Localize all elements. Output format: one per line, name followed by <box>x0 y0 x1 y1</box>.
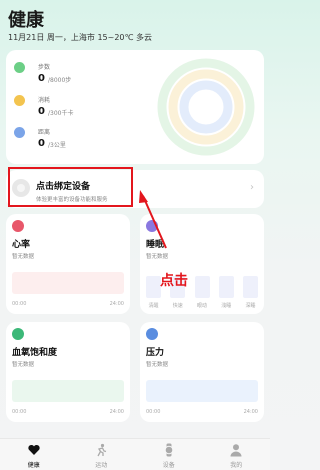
steps-goal: /8000步 <box>48 77 72 84</box>
stress-icon <box>146 328 158 340</box>
distance-label: 距离 <box>38 129 51 136</box>
stress-chart-area <box>146 380 258 402</box>
stress-card[interactable]: 压力 暂无数据 00:00 24:00 <box>140 322 264 422</box>
nav-device[interactable]: 设备 <box>135 439 203 470</box>
nav-device-label: 设备 <box>162 462 175 469</box>
stress-title: 压力 <box>146 348 165 358</box>
blood-oxygen-tick-start: 00:00 <box>12 409 27 415</box>
calories-icon <box>14 95 25 106</box>
heart-rate-chart-area <box>12 272 124 294</box>
sleep-status: 暂无数据 <box>146 254 169 260</box>
highlight-box <box>8 167 133 207</box>
chevron-right-icon: › <box>250 182 254 193</box>
sleep-stage-label: 清醒 <box>148 303 159 309</box>
activity-card[interactable]: 步数 0 /8000步 消耗 0 /300千卡 距离 0 /3公里 <box>6 50 264 164</box>
nav-health-label: 健康 <box>27 462 40 469</box>
moon-icon <box>146 220 158 232</box>
nav-health[interactable]: 健康 <box>0 439 68 470</box>
sleep-stage-label: 浅睡 <box>221 303 232 309</box>
heart-rate-tick-end: 24:00 <box>109 301 124 307</box>
blood-oxygen-tick-end: 24:00 <box>109 409 124 415</box>
heart-icon <box>28 444 40 455</box>
sleep-stage-label: 深睡 <box>245 303 256 309</box>
sleep-stage-labels: 清醒 快速 眼动 浅睡 深睡 <box>146 302 258 309</box>
steps-label: 步数 <box>38 64 51 71</box>
stress-tick-start: 00:00 <box>146 409 161 415</box>
stress-tick-end: 24:00 <box>243 409 258 415</box>
user-icon <box>230 444 242 457</box>
steps-icon <box>14 62 25 73</box>
distance-value: 0 <box>38 138 45 149</box>
sleep-stage-label: 眼动 <box>196 303 207 309</box>
date-weather-line: 11月21日 周一，上海市 15~20℃ 多云 <box>8 33 153 42</box>
heart-icon <box>12 220 24 232</box>
stress-status: 暂无数据 <box>146 362 169 368</box>
nav-profile[interactable]: 我的 <box>203 439 271 470</box>
heart-rate-tick-start: 00:00 <box>12 301 27 307</box>
distance-icon <box>14 127 25 138</box>
activity-rings <box>157 58 255 156</box>
page-title: 健康 <box>8 10 44 31</box>
nav-exercise[interactable]: 运动 <box>68 439 136 470</box>
sleep-stage-label: 快速 <box>172 303 183 309</box>
heart-rate-status: 暂无数据 <box>12 254 35 260</box>
sleep-title: 睡眠 <box>146 240 165 250</box>
calories-label: 消耗 <box>38 97 51 104</box>
nav-exercise-label: 运动 <box>95 462 108 469</box>
calories-value: 0 <box>38 106 45 117</box>
nav-profile-label: 我的 <box>230 462 243 469</box>
sleep-card[interactable]: 睡眠 暂无数据 清醒 快速 眼动 浅睡 深睡 <box>140 214 264 314</box>
distance-goal: /3公里 <box>48 142 66 149</box>
steps-value: 0 <box>38 73 45 84</box>
heart-rate-card[interactable]: 心率 暂无数据 00:00 24:00 <box>6 214 130 314</box>
blood-oxygen-chart-area <box>12 380 124 402</box>
calories-goal: /300千卡 <box>48 110 74 117</box>
annotation-label: 点击 <box>160 273 188 289</box>
run-icon <box>97 443 107 457</box>
heart-rate-title: 心率 <box>12 240 31 250</box>
sleep-bar <box>146 276 161 298</box>
bottom-nav: 健康 运动 设备 我的 <box>0 438 270 470</box>
watch-icon <box>164 443 174 457</box>
sleep-bar <box>243 276 258 298</box>
distance-ring <box>179 80 233 134</box>
blood-oxygen-status: 暂无数据 <box>12 362 35 368</box>
blood-oxygen-title: 血氧饱和度 <box>12 348 58 358</box>
drop-icon <box>12 328 24 340</box>
sleep-bar <box>194 276 210 298</box>
sleep-bar <box>218 276 234 298</box>
blood-oxygen-card[interactable]: 血氧饱和度 暂无数据 00:00 24:00 <box>6 322 130 422</box>
